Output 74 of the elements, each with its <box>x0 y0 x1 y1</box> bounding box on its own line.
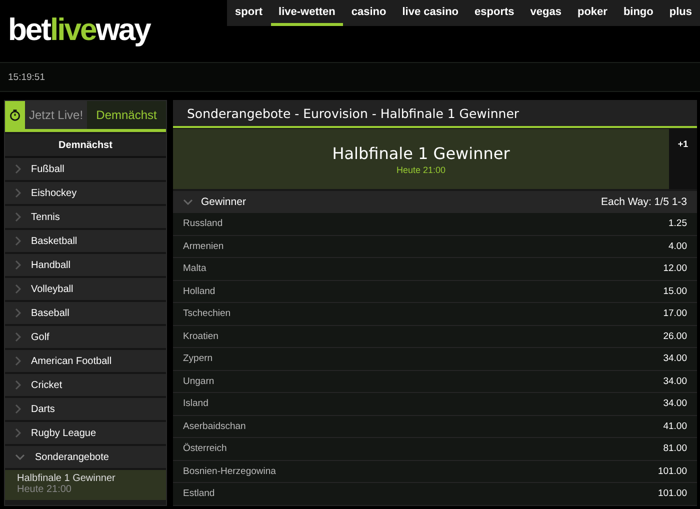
chevron-right-icon <box>15 404 21 414</box>
sidebar-tab[interactable]: Jetzt Live! <box>25 101 88 129</box>
event-name: Halbfinale 1 Gewinner <box>332 144 510 162</box>
selection-name: Russland <box>183 218 223 230</box>
sport-item[interactable]: American Football <box>5 350 166 374</box>
selection-name: Bosnien-Herzegowina <box>183 466 276 477</box>
chevron-right-icon <box>15 332 21 342</box>
sport-item[interactable]: Handball <box>5 254 166 278</box>
odds-button[interactable]: 34.00 <box>663 398 687 410</box>
nav-tab[interactable]: casino <box>343 0 394 26</box>
selection-name: Kroatien <box>183 330 218 342</box>
nav-tab[interactable]: vegas <box>522 0 570 26</box>
chevron-right-icon <box>15 236 21 246</box>
odds-button[interactable]: 12.00 <box>663 263 687 274</box>
chevron-down-icon <box>15 454 25 460</box>
sport-item[interactable]: Fußball <box>5 158 166 182</box>
sport-item[interactable]: Basketball <box>5 230 166 254</box>
chevron-right-icon <box>15 212 21 222</box>
sport-item[interactable]: Cricket <box>5 374 166 398</box>
odds-button[interactable]: 81.00 <box>663 443 687 454</box>
selection-name: Estland <box>183 488 215 500</box>
odds-button[interactable]: 34.00 <box>663 353 687 364</box>
chevron-right-icon <box>15 356 21 366</box>
nav-tab[interactable]: esports <box>466 0 522 26</box>
selection-name: Tschechien <box>183 308 231 320</box>
stopwatch-icon <box>9 109 21 121</box>
odds-button[interactable]: 34.00 <box>663 376 687 387</box>
chevron-right-icon <box>15 284 21 294</box>
odds-button[interactable]: 101.00 <box>658 488 687 500</box>
sport-item[interactable]: Sonderangebote <box>5 446 166 470</box>
selection-name: Malta <box>183 263 206 274</box>
nav-tab[interactable]: bingo <box>615 0 662 26</box>
sport-item[interactable]: Rugby League <box>5 422 166 446</box>
nav-tab[interactable]: live casino <box>394 0 467 26</box>
sidebar-heading: Demnächst <box>5 134 166 158</box>
selection-name: Ungarn <box>183 376 214 387</box>
more-markets-button[interactable]: +1 <box>669 129 697 189</box>
sport-item[interactable]: Eishockey <box>5 182 166 206</box>
chevron-right-icon <box>15 260 21 270</box>
nav-tab[interactable]: plus <box>661 0 700 26</box>
selection-name: Island <box>183 398 208 410</box>
odds-button[interactable]: 15.00 <box>663 286 687 297</box>
sport-item[interactable]: Volleyball <box>5 278 166 302</box>
nav-tab[interactable]: sport <box>227 0 271 26</box>
odds-button[interactable]: 1.25 <box>668 218 687 230</box>
odds-button[interactable]: 26.00 <box>663 330 687 342</box>
nav-tab[interactable]: live-wetten <box>270 0 344 26</box>
clock-time: 15:19:51 <box>8 72 45 82</box>
event-item[interactable]: Halbfinale 1 Gewinner Heute 21:00 <box>5 470 166 500</box>
odds-button[interactable]: 4.00 <box>668 240 687 252</box>
selection-name: Zypern <box>183 353 213 364</box>
chevron-right-icon <box>15 380 21 390</box>
selection-name: Österreich <box>183 443 227 454</box>
sport-item[interactable]: Darts <box>5 398 166 422</box>
page-title: Sonderangebote - Eurovision - Halbfinale 1 Gewinner <box>173 100 697 128</box>
nav-tab[interactable]: poker <box>569 0 616 26</box>
chevron-down-icon <box>183 199 193 205</box>
sport-item[interactable]: Golf <box>5 326 166 350</box>
logo[interactable]: betliveway <box>8 12 150 48</box>
sidebar-tab[interactable]: Demnächst <box>87 101 166 129</box>
odds-button[interactable]: 41.00 <box>663 420 687 432</box>
chevron-right-icon <box>15 428 21 438</box>
chevron-right-icon <box>15 188 21 198</box>
selection-name: Aserbaidschan <box>183 420 246 432</box>
market-header[interactable]: Gewinner Each Way: 1/5 1-3 <box>173 191 697 213</box>
selection-name: Holland <box>183 286 216 297</box>
event-time: Heute 21:00 <box>396 164 446 174</box>
chevron-right-icon <box>15 308 21 318</box>
chevron-right-icon <box>15 164 21 174</box>
selection-name: Armenien <box>183 240 224 252</box>
sport-item[interactable]: Tennis <box>5 206 166 230</box>
odds-button[interactable]: 17.00 <box>663 308 687 320</box>
sport-item[interactable]: Baseball <box>5 302 166 326</box>
odds-button[interactable]: 101.00 <box>658 466 687 477</box>
